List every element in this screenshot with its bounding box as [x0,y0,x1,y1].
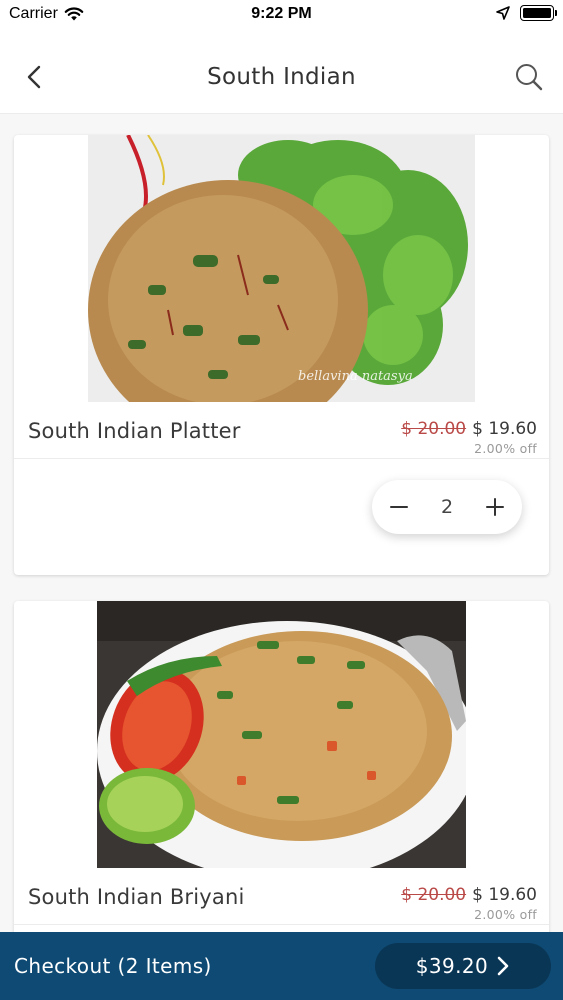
price-box: $ 20.00 $ 19.60 2.00% off [401,419,537,456]
status-right [496,5,557,21]
product-card[interactable]: bellavina natasya South Indian Platter $… [14,135,549,575]
increase-quantity-button[interactable] [485,497,505,517]
search-icon[interactable] [514,62,544,92]
chevron-right-icon [497,956,509,976]
product-name: South Indian Platter [28,419,241,443]
sale-price: $ 19.60 [472,885,537,905]
checkout-label: Checkout (2 Items) [14,954,212,978]
card-divider [14,458,549,459]
status-bar: Carrier 9:22 PM [0,0,563,30]
location-arrow-icon [496,6,510,20]
discount-label: 2.00% off [474,441,537,456]
product-image [97,601,466,868]
fried-rice-platter-picture: bellavina natasya [88,135,475,402]
price-box: $ 20.00 $ 19.60 2.00% off [401,885,537,922]
status-time: 9:22 PM [251,5,312,22]
svg-text:bellavina natasya: bellavina natasya [298,369,413,384]
quantity-stepper: 2 [372,480,522,534]
product-name: South Indian Briyani [28,885,245,909]
product-list: bellavina natasya South Indian Platter $… [0,114,563,932]
card-divider [14,924,549,925]
original-price: $ 20.00 [401,419,467,439]
quantity-value: 2 [440,496,454,518]
minus-icon [390,506,408,509]
decrease-quantity-button[interactable] [389,497,409,517]
checkout-button[interactable]: $39.20 [375,943,551,989]
product-card[interactable]: South Indian Briyani $ 20.00 $ 19.60 2.00… [14,601,549,932]
original-price: $ 20.00 [401,885,467,905]
discount-label: 2.00% off [474,907,537,922]
sale-price: $ 19.60 [472,419,537,439]
battery-icon [520,5,557,21]
nav-bar: South Indian [0,30,563,114]
fried-rice-biryani-picture [97,601,466,868]
checkout-total: $39.20 [415,954,489,978]
page-title: South Indian [207,64,356,90]
checkout-bar[interactable]: Checkout (2 Items) $39.20 [0,932,563,1000]
product-image: bellavina natasya [88,135,475,402]
